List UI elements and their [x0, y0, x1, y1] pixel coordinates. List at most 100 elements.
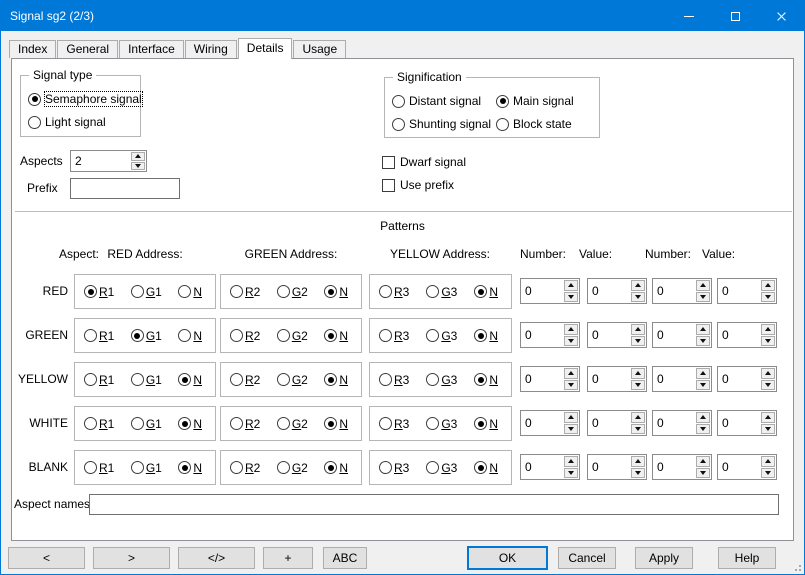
yellow-value-spinner-2[interactable]: 0: [717, 366, 777, 392]
radio-semaphore-signal[interactable]: Semaphore signal: [28, 92, 140, 106]
spinner-up-button[interactable]: [761, 324, 775, 335]
spinner-value[interactable]: 0: [718, 411, 760, 435]
radio-yellow-r2-2[interactable]: R2: [230, 373, 260, 387]
ok-button[interactable]: OK: [467, 546, 548, 570]
spinner-down-button[interactable]: [564, 424, 578, 435]
blank-value-spinner-1[interactable]: 0: [587, 454, 647, 480]
green-value-spinner-2[interactable]: 0: [717, 322, 777, 348]
radio-yellow-n-3[interactable]: N: [474, 373, 498, 387]
radio-white-n-1[interactable]: N: [178, 417, 202, 431]
tab-wiring[interactable]: Wiring: [185, 40, 237, 58]
spinner-value[interactable]: 0: [521, 323, 563, 347]
radio-blank-n-1[interactable]: N: [178, 461, 202, 475]
blank-number-spinner-2[interactable]: 0: [652, 454, 712, 480]
tab-index[interactable]: Index: [9, 40, 56, 58]
spinner-up-button[interactable]: [564, 368, 578, 379]
apply-button[interactable]: Apply: [635, 547, 693, 569]
radio-yellow-g3-3[interactable]: G3: [426, 373, 457, 387]
radio-white-n-2[interactable]: N: [324, 417, 348, 431]
radio-red-g2-2[interactable]: G2: [277, 285, 308, 299]
radio-main-signal[interactable]: Main signal: [496, 94, 599, 108]
radio-distant-signal[interactable]: Distant signal: [392, 94, 496, 108]
radio-white-n-3[interactable]: N: [474, 417, 498, 431]
spinner-value[interactable]: 0: [718, 279, 760, 303]
radio-light-signal[interactable]: Light signal: [28, 115, 140, 129]
radio-green-n-2[interactable]: N: [324, 329, 348, 343]
radio-red-n-1[interactable]: N: [178, 285, 202, 299]
radio-blank-r1-1[interactable]: R1: [84, 461, 114, 475]
aspects-spinner[interactable]: 2: [70, 150, 147, 172]
tab-usage[interactable]: Usage: [293, 40, 346, 58]
radio-blank-g2-2[interactable]: G2: [277, 461, 308, 475]
tab-interface[interactable]: Interface: [119, 40, 184, 58]
radio-red-r2-2[interactable]: R2: [230, 285, 260, 299]
white-number-spinner-1[interactable]: 0: [520, 410, 580, 436]
spinner-up-button[interactable]: [564, 456, 578, 467]
spinner-down-button[interactable]: [131, 162, 145, 171]
spinner-value[interactable]: 0: [718, 455, 760, 479]
radio-blank-r3-3[interactable]: R3: [379, 461, 409, 475]
spinner-down-button[interactable]: [696, 468, 710, 479]
radio-green-n-1[interactable]: N: [178, 329, 202, 343]
spinner-down-button[interactable]: [761, 380, 775, 391]
spinner-down-button[interactable]: [696, 380, 710, 391]
cancel-button[interactable]: Cancel: [558, 547, 616, 569]
radio-green-n-3[interactable]: N: [474, 329, 498, 343]
radio-green-r1-1[interactable]: R1: [84, 329, 114, 343]
spinner-value[interactable]: 0: [588, 411, 630, 435]
white-number-spinner-2[interactable]: 0: [652, 410, 712, 436]
white-value-spinner-1[interactable]: 0: [587, 410, 647, 436]
help-button[interactable]: Help: [718, 547, 776, 569]
yellow-value-spinner-1[interactable]: 0: [587, 366, 647, 392]
radio-shunting-signal[interactable]: Shunting signal: [392, 117, 496, 131]
spinner-up-button[interactable]: [631, 280, 645, 291]
red-value-spinner-1[interactable]: 0: [587, 278, 647, 304]
radio-green-r2-2[interactable]: R2: [230, 329, 260, 343]
spinner-up-button[interactable]: [761, 368, 775, 379]
spinner-down-button[interactable]: [761, 424, 775, 435]
spinner-up-button[interactable]: [696, 280, 710, 291]
radio-yellow-r3-3[interactable]: R3: [379, 373, 409, 387]
checkbox-use-prefix[interactable]: Use prefix: [382, 178, 466, 192]
radio-red-n-2[interactable]: N: [324, 285, 348, 299]
radio-yellow-n-2[interactable]: N: [324, 373, 348, 387]
spinner-value[interactable]: 0: [521, 367, 563, 391]
radio-blank-g1-1[interactable]: G1: [131, 461, 162, 475]
radio-yellow-g1-1[interactable]: G1: [131, 373, 162, 387]
green-number-spinner-1[interactable]: 0: [520, 322, 580, 348]
tab-general[interactable]: General: [57, 40, 118, 58]
spinner-up-button[interactable]: [696, 368, 710, 379]
spinner-up-button[interactable]: [696, 324, 710, 335]
blank-number-spinner-1[interactable]: 0: [520, 454, 580, 480]
nav-back-button[interactable]: <: [8, 547, 85, 569]
aspect-names-input[interactable]: [89, 494, 779, 515]
radio-white-r2-2[interactable]: R2: [230, 417, 260, 431]
spinner-down-button[interactable]: [564, 336, 578, 347]
spinner-up-button[interactable]: [761, 456, 775, 467]
aspects-spinner-value[interactable]: 2: [71, 151, 130, 171]
spinner-value[interactable]: 0: [653, 279, 695, 303]
resize-grip[interactable]: [791, 561, 801, 571]
green-number-spinner-2[interactable]: 0: [652, 322, 712, 348]
blank-value-spinner-2[interactable]: 0: [717, 454, 777, 480]
code-button[interactable]: </>: [178, 547, 255, 569]
spinner-up-button[interactable]: [696, 412, 710, 423]
spinner-up-button[interactable]: [564, 280, 578, 291]
radio-red-n-3[interactable]: N: [474, 285, 498, 299]
radio-white-g2-2[interactable]: G2: [277, 417, 308, 431]
spinner-down-button[interactable]: [761, 336, 775, 347]
spinner-up-button[interactable]: [564, 412, 578, 423]
green-value-spinner-1[interactable]: 0: [587, 322, 647, 348]
abc-button[interactable]: ABC: [323, 547, 367, 569]
spinner-up-button[interactable]: [631, 368, 645, 379]
radio-block-state[interactable]: Block state: [496, 117, 599, 131]
spinner-up-button[interactable]: [631, 412, 645, 423]
radio-white-g1-1[interactable]: G1: [131, 417, 162, 431]
spinner-down-button[interactable]: [761, 468, 775, 479]
spinner-down-button[interactable]: [564, 292, 578, 303]
close-button[interactable]: [758, 1, 804, 31]
radio-yellow-n-1[interactable]: N: [178, 373, 202, 387]
nav-forward-button[interactable]: >: [93, 547, 170, 569]
spinner-down-button[interactable]: [564, 468, 578, 479]
spinner-up-button[interactable]: [761, 412, 775, 423]
